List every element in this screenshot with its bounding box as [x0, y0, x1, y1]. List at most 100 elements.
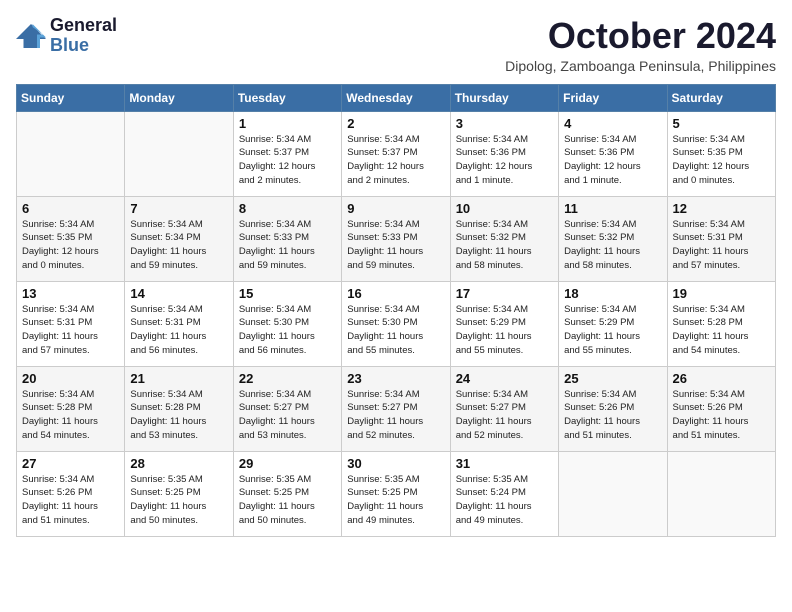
day-number: 12 [673, 201, 770, 216]
day-info: Sunrise: 5:34 AM Sunset: 5:31 PM Dayligh… [22, 303, 119, 358]
day-info: Sunrise: 5:35 AM Sunset: 5:24 PM Dayligh… [456, 473, 553, 528]
calendar-cell [667, 451, 775, 536]
logo: General Blue [16, 16, 117, 56]
day-info: Sunrise: 5:34 AM Sunset: 5:32 PM Dayligh… [564, 218, 661, 273]
weekday-header-friday: Friday [559, 84, 667, 111]
day-info: Sunrise: 5:34 AM Sunset: 5:31 PM Dayligh… [130, 303, 227, 358]
day-info: Sunrise: 5:34 AM Sunset: 5:33 PM Dayligh… [239, 218, 336, 273]
calendar-cell: 17 Sunrise: 5:34 AM Sunset: 5:29 PM Dayli… [450, 281, 558, 366]
day-number: 8 [239, 201, 336, 216]
weekday-header-wednesday: Wednesday [342, 84, 450, 111]
calendar-cell: 27 Sunrise: 5:34 AM Sunset: 5:26 PM Dayli… [17, 451, 125, 536]
calendar-table: SundayMondayTuesdayWednesdayThursdayFrid… [16, 84, 776, 537]
day-number: 30 [347, 456, 444, 471]
calendar-cell: 25 Sunrise: 5:34 AM Sunset: 5:26 PM Dayli… [559, 366, 667, 451]
day-number: 26 [673, 371, 770, 386]
day-info: Sunrise: 5:34 AM Sunset: 5:35 PM Dayligh… [22, 218, 119, 273]
logo-line2: Blue [50, 36, 117, 56]
day-number: 4 [564, 116, 661, 131]
calendar-cell: 24Sunrise: 5:34 AM Sunset: 5:27 PM Dayli… [450, 366, 558, 451]
day-number: 11 [564, 201, 661, 216]
calendar-cell: 19Sunrise: 5:34 AM Sunset: 5:28 PM Dayli… [667, 281, 775, 366]
weekday-header-sunday: Sunday [17, 84, 125, 111]
calendar-cell: 20 Sunrise: 5:34 AM Sunset: 5:28 PM Dayli… [17, 366, 125, 451]
calendar-cell: 11 Sunrise: 5:34 AM Sunset: 5:32 PM Dayli… [559, 196, 667, 281]
day-info: Sunrise: 5:35 AM Sunset: 5:25 PM Dayligh… [347, 473, 444, 528]
day-info: Sunrise: 5:34 AM Sunset: 5:26 PM Dayligh… [22, 473, 119, 528]
calendar-week-row: 1 Sunrise: 5:34 AM Sunset: 5:37 PM Daylig… [17, 111, 776, 196]
calendar-cell: 12Sunrise: 5:34 AM Sunset: 5:31 PM Dayli… [667, 196, 775, 281]
calendar-cell: 13 Sunrise: 5:34 AM Sunset: 5:31 PM Dayli… [17, 281, 125, 366]
calendar-cell: 29 Sunrise: 5:35 AM Sunset: 5:25 PM Dayli… [233, 451, 341, 536]
calendar-week-row: 27 Sunrise: 5:34 AM Sunset: 5:26 PM Dayli… [17, 451, 776, 536]
day-number: 17 [456, 286, 553, 301]
weekday-header-saturday: Saturday [667, 84, 775, 111]
day-number: 6 [22, 201, 119, 216]
weekday-header-monday: Monday [125, 84, 233, 111]
calendar-cell [125, 111, 233, 196]
day-info: Sunrise: 5:34 AM Sunset: 5:37 PM Dayligh… [347, 133, 444, 188]
day-info: Sunrise: 5:34 AM Sunset: 5:26 PM Dayligh… [564, 388, 661, 443]
calendar-cell [17, 111, 125, 196]
calendar-week-row: 13 Sunrise: 5:34 AM Sunset: 5:31 PM Dayli… [17, 281, 776, 366]
calendar-cell: 7Sunrise: 5:34 AM Sunset: 5:34 PM Daylig… [125, 196, 233, 281]
calendar-cell: 31 Sunrise: 5:35 AM Sunset: 5:24 PM Dayli… [450, 451, 558, 536]
calendar-cell: 30 Sunrise: 5:35 AM Sunset: 5:25 PM Dayli… [342, 451, 450, 536]
calendar-cell: 22 Sunrise: 5:34 AM Sunset: 5:27 PM Dayli… [233, 366, 341, 451]
day-number: 23 [347, 371, 444, 386]
day-number: 1 [239, 116, 336, 131]
day-number: 13 [22, 286, 119, 301]
page-header: General Blue October 2024 Dipolog, Zambo… [16, 16, 776, 74]
calendar-cell: 15 Sunrise: 5:34 AM Sunset: 5:30 PM Dayli… [233, 281, 341, 366]
calendar-cell: 5 Sunrise: 5:34 AM Sunset: 5:35 PM Daylig… [667, 111, 775, 196]
calendar-cell: 3Sunrise: 5:34 AM Sunset: 5:36 PM Daylig… [450, 111, 558, 196]
day-number: 25 [564, 371, 661, 386]
calendar-cell: 1Sunrise: 5:34 AM Sunset: 5:37 PM Daylig… [233, 111, 341, 196]
calendar-cell: 4 Sunrise: 5:34 AM Sunset: 5:36 PM Daylig… [559, 111, 667, 196]
day-info: Sunrise: 5:34 AM Sunset: 5:27 PM Dayligh… [347, 388, 444, 443]
day-info: Sunrise: 5:34 AM Sunset: 5:32 PM Dayligh… [456, 218, 553, 273]
day-number: 9 [347, 201, 444, 216]
day-info: Sunrise: 5:34 AM Sunset: 5:29 PM Dayligh… [456, 303, 553, 358]
logo-icon [16, 24, 46, 48]
day-info: Sunrise: 5:34 AM Sunset: 5:30 PM Dayligh… [239, 303, 336, 358]
day-number: 10 [456, 201, 553, 216]
day-number: 21 [130, 371, 227, 386]
day-number: 22 [239, 371, 336, 386]
day-info: Sunrise: 5:34 AM Sunset: 5:35 PM Dayligh… [673, 133, 770, 188]
day-info: Sunrise: 5:35 AM Sunset: 5:25 PM Dayligh… [239, 473, 336, 528]
calendar-cell: 21 Sunrise: 5:34 AM Sunset: 5:28 PM Dayli… [125, 366, 233, 451]
calendar-cell: 14 Sunrise: 5:34 AM Sunset: 5:31 PM Dayli… [125, 281, 233, 366]
calendar-week-row: 20 Sunrise: 5:34 AM Sunset: 5:28 PM Dayli… [17, 366, 776, 451]
calendar-cell: 10 Sunrise: 5:34 AM Sunset: 5:32 PM Dayli… [450, 196, 558, 281]
day-number: 16 [347, 286, 444, 301]
day-number: 27 [22, 456, 119, 471]
day-info: Sunrise: 5:35 AM Sunset: 5:25 PM Dayligh… [130, 473, 227, 528]
day-number: 29 [239, 456, 336, 471]
day-number: 7 [130, 201, 227, 216]
calendar-week-row: 6 Sunrise: 5:34 AM Sunset: 5:35 PM Daylig… [17, 196, 776, 281]
calendar-cell: 16 Sunrise: 5:34 AM Sunset: 5:30 PM Dayli… [342, 281, 450, 366]
day-info: Sunrise: 5:34 AM Sunset: 5:28 PM Dayligh… [22, 388, 119, 443]
calendar-cell: 18Sunrise: 5:34 AM Sunset: 5:29 PM Dayli… [559, 281, 667, 366]
day-number: 31 [456, 456, 553, 471]
day-info: Sunrise: 5:34 AM Sunset: 5:26 PM Dayligh… [673, 388, 770, 443]
day-number: 20 [22, 371, 119, 386]
logo-line1: General [50, 16, 117, 36]
day-number: 14 [130, 286, 227, 301]
day-info: Sunrise: 5:34 AM Sunset: 5:36 PM Dayligh… [564, 133, 661, 188]
day-info: Sunrise: 5:34 AM Sunset: 5:28 PM Dayligh… [130, 388, 227, 443]
calendar-cell: 26 Sunrise: 5:34 AM Sunset: 5:26 PM Dayli… [667, 366, 775, 451]
calendar-cell: 9 Sunrise: 5:34 AM Sunset: 5:33 PM Daylig… [342, 196, 450, 281]
weekday-header-thursday: Thursday [450, 84, 558, 111]
day-number: 2 [347, 116, 444, 131]
day-number: 15 [239, 286, 336, 301]
day-info: Sunrise: 5:34 AM Sunset: 5:30 PM Dayligh… [347, 303, 444, 358]
month-title: October 2024 [505, 16, 776, 56]
title-block: October 2024 Dipolog, Zamboanga Peninsul… [505, 16, 776, 74]
day-info: Sunrise: 5:34 AM Sunset: 5:27 PM Dayligh… [239, 388, 336, 443]
day-number: 5 [673, 116, 770, 131]
calendar-cell: 23 Sunrise: 5:34 AM Sunset: 5:27 PM Dayli… [342, 366, 450, 451]
day-info: Sunrise: 5:34 AM Sunset: 5:29 PM Dayligh… [564, 303, 661, 358]
day-info: Sunrise: 5:34 AM Sunset: 5:33 PM Dayligh… [347, 218, 444, 273]
